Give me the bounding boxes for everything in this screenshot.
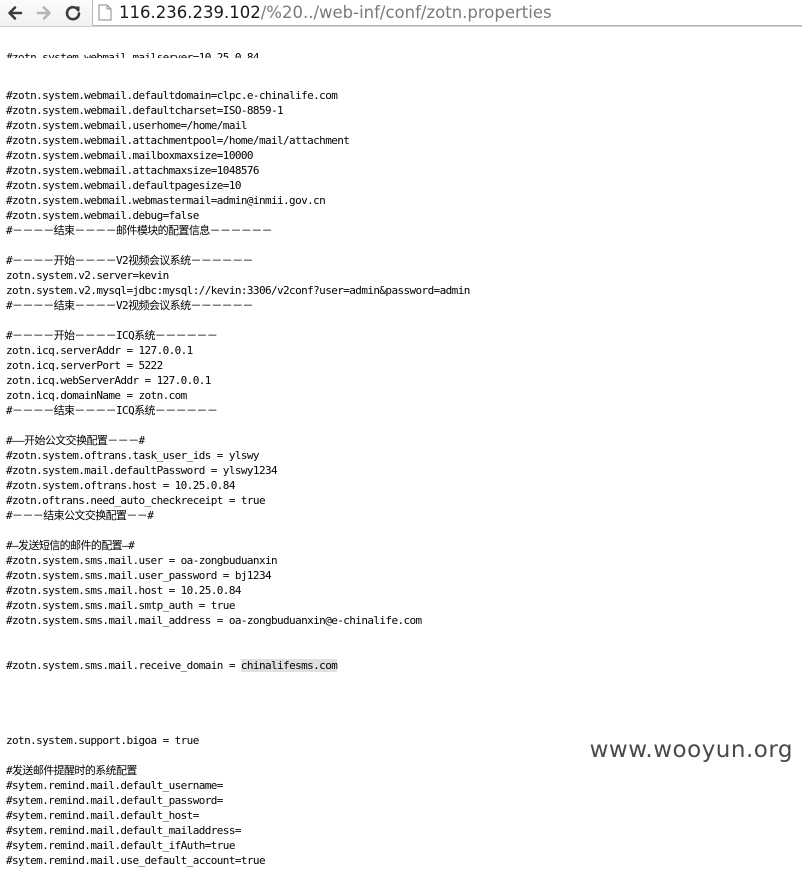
file-line: #zotn.system.mail.defaultPassword = ylsw… xyxy=(6,464,278,477)
file-line xyxy=(6,418,802,433)
address-bar[interactable]: 116.236.239.102/%20../web-inf/conf/zotn.… xyxy=(92,0,802,26)
file-line: #zotn.system.webmail.webmastermail=admin… xyxy=(6,194,326,207)
back-button[interactable] xyxy=(3,1,27,25)
back-arrow-icon xyxy=(6,4,24,22)
file-line: #zotn.system.sms.mail.mail_address = oa-… xyxy=(6,614,422,627)
url-host: 116.236.239.102 xyxy=(119,3,261,22)
browser-toolbar: 116.236.239.102/%20../web-inf/conf/zotn.… xyxy=(0,0,802,27)
file-line: #－－－－开始－－－－ICQ系统－－－－－－ xyxy=(6,329,218,342)
file-line: #sytem.remind.mail.default_host= xyxy=(6,809,199,822)
file-line-receive-domain: #zotn.system.sms.mail.receive_domain = c… xyxy=(6,658,802,673)
file-line: #sytem.remind.mail.default_username= xyxy=(6,779,223,792)
file-line: #zotn.system.oftrans.task_user_ids = yls… xyxy=(6,449,260,462)
file-line: #zotn.system.sms.mail.smtp_auth = true xyxy=(6,599,235,612)
file-line xyxy=(6,313,802,328)
file-line: #zotn.system.sms.mail.user = oa-zongbudu… xyxy=(6,554,278,567)
receive-domain-prefix: #zotn.system.sms.mail.receive_domain = xyxy=(6,659,241,672)
file-line: #zotn.system.webmail.debug=false xyxy=(6,209,199,222)
url-text: 116.236.239.102/%20../web-inf/conf/zotn.… xyxy=(119,3,552,22)
file-line: #zotn.system.sms.mail.user_password = bj… xyxy=(6,569,272,582)
file-line xyxy=(6,718,802,733)
file-line xyxy=(6,703,802,718)
file-line: #zotn.oftrans.need_auto_checkreceipt = t… xyxy=(6,494,266,507)
file-line: #zotn.system.webmail.defaultcharset=ISO-… xyxy=(6,104,284,117)
reload-button[interactable] xyxy=(61,1,85,25)
file-lines-block-2: zotn.system.support.bigoa = true #发送邮件提醒时… xyxy=(6,703,802,868)
file-line: zotn.system.v2.server=kevin xyxy=(6,269,169,282)
file-line: #zotn.system.webmail.attachmaxsize=10485… xyxy=(6,164,260,177)
file-line: zotn.icq.serverAddr = 127.0.0.1 xyxy=(6,344,193,357)
file-line: #－－－－结束－－－－V2视频会议系统－－－－－－ xyxy=(6,299,253,312)
forward-button[interactable] xyxy=(32,1,56,25)
file-line: zotn.system.v2.mysql=jdbc:mysql://kevin:… xyxy=(6,284,470,297)
file-line: #zotn.system.webmail.mailboxmaxsize=1000… xyxy=(6,149,254,162)
file-line: #sytem.remind.mail.default_password= xyxy=(6,794,223,807)
reload-icon xyxy=(64,4,82,22)
file-line: #zotn.system.webmail.defaultdomain=clpc.… xyxy=(6,89,338,102)
file-line: zotn.icq.serverPort = 5222 xyxy=(6,359,163,372)
partial-top-line: #zotn.system.webmail.mailserver=10.25.0.… xyxy=(6,51,260,58)
file-lines-block-1: #zotn.system.webmail.defaultdomain=clpc.… xyxy=(6,88,802,628)
file-line: #发送邮件提醒时的系统配置 xyxy=(6,764,137,777)
file-line: #－－－结束公文交换配置－－# xyxy=(6,509,154,522)
file-line: zotn.icq.domainName = zotn.com xyxy=(6,389,187,402)
file-line: #zotn.system.sms.mail.host = 10.25.0.84 xyxy=(6,584,241,597)
forward-arrow-icon xyxy=(35,4,53,22)
file-line: #—发送短信的邮件的配置—# xyxy=(6,539,135,552)
file-line: #sytem.remind.mail.default_ifAuth=true xyxy=(6,839,235,852)
file-line: #－－－－开始－－－－V2视频会议系统－－－－－－ xyxy=(6,254,253,267)
file-line: #zotn.system.webmail.userhome=/home/mail xyxy=(6,119,248,132)
file-line xyxy=(6,238,802,253)
file-line: #－－－－结束－－－－ICQ系统－－－－－－ xyxy=(6,404,218,417)
file-line xyxy=(6,523,802,538)
file-line: zotn.icq.webServerAddr = 127.0.0.1 xyxy=(6,374,211,387)
file-line: #——开始公文交换配置－－－# xyxy=(6,434,145,447)
file-line: #sytem.remind.mail.default_mailaddress= xyxy=(6,824,241,837)
file-line: #sytem.remind.mail.use_default_account=t… xyxy=(6,854,266,867)
page-icon xyxy=(98,4,114,22)
selected-text-highlight[interactable]: chinalifesms.com xyxy=(240,659,338,672)
file-line: #zotn.system.oftrans.host = 10.25.0.84 xyxy=(6,479,235,492)
file-line: #－－－－结束－－－－邮件模块的配置信息－－－－－－ xyxy=(6,224,273,237)
watermark: www.wooyun.org xyxy=(589,737,793,763)
file-line: #zotn.system.webmail.defaultpagesize=10 xyxy=(6,179,241,192)
url-path: /%20../web-inf/conf/zotn.properties xyxy=(260,3,552,22)
file-line: #zotn.system.webmail.attachmentpool=/hom… xyxy=(6,134,350,147)
